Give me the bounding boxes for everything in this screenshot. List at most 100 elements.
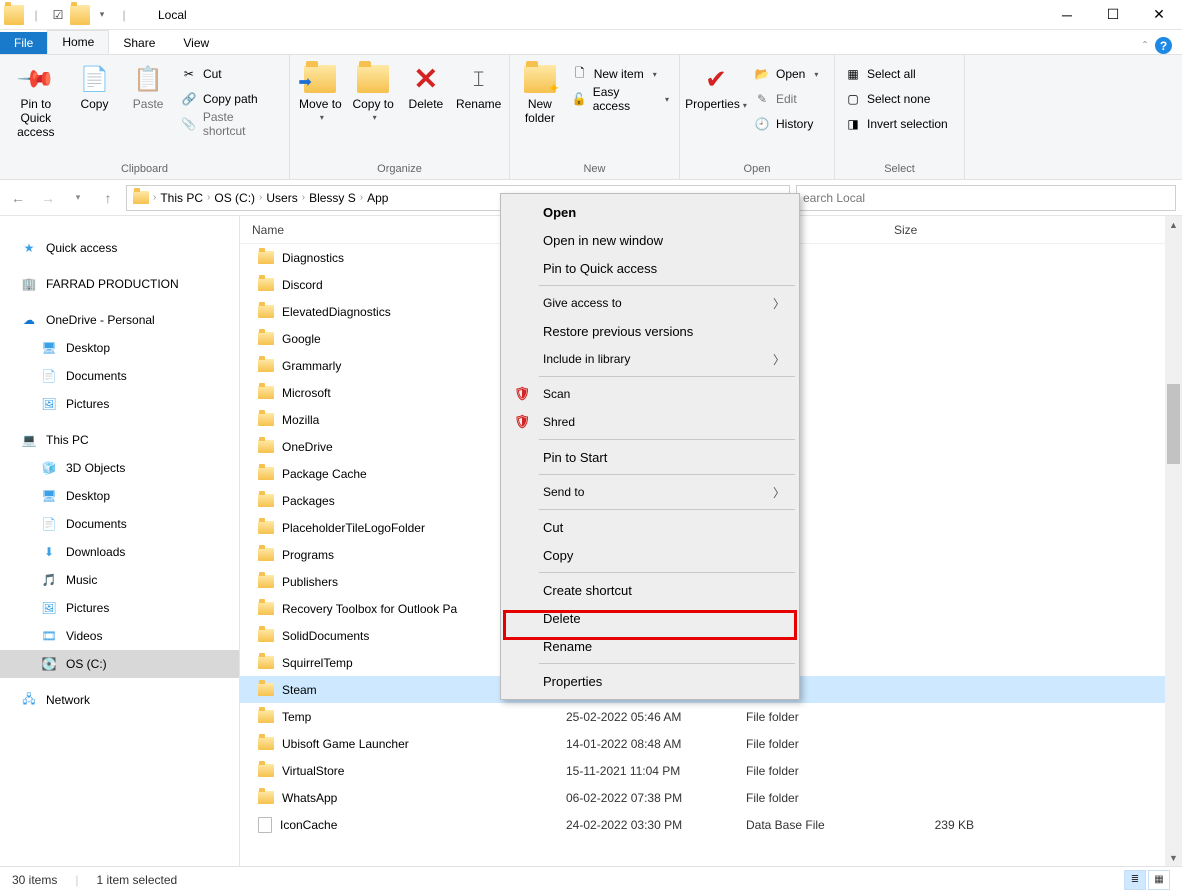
breadcrumb[interactable]: This PC› — [160, 191, 210, 205]
collapse-ribbon-icon[interactable]: ˆ — [1143, 39, 1147, 53]
paste-icon: 📋 — [132, 63, 164, 95]
ctx-rename[interactable]: Rename — [503, 632, 797, 660]
recent-locations-button[interactable]: ▾ — [66, 186, 90, 210]
paste-button[interactable]: 📋 Paste — [123, 59, 173, 111]
move-to-button[interactable]: ➡ Move to — [296, 59, 345, 122]
copy-button[interactable]: 📄 Copy — [70, 59, 120, 111]
scrollbar-thumb[interactable] — [1167, 384, 1180, 464]
ctx-copy[interactable]: Copy — [503, 541, 797, 569]
scroll-down-button[interactable]: ▼ — [1165, 849, 1182, 866]
new-folder-button[interactable]: ✦ New folder — [516, 59, 564, 125]
nav-onedrive[interactable]: ☁OneDrive - Personal — [0, 306, 239, 334]
file-row[interactable]: WhatsApp06-02-2022 07:38 PMFile folder — [240, 784, 1182, 811]
ctx-open[interactable]: Open — [503, 198, 797, 226]
nav-pictures[interactable]: 🖼Pictures — [0, 594, 239, 622]
up-button[interactable]: ↑ — [96, 186, 120, 210]
ctx-scan[interactable]: 🛡Scan — [503, 380, 797, 408]
maximize-button[interactable]: ☐ — [1090, 0, 1136, 30]
nav-3d-objects[interactable]: 🧊3D Objects — [0, 454, 239, 482]
tab-home[interactable]: Home — [47, 30, 109, 54]
ctx-properties[interactable]: Properties — [503, 667, 797, 695]
history-button[interactable]: 🕘History — [750, 113, 822, 135]
ctx-open-new-window[interactable]: Open in new window — [503, 226, 797, 254]
nav-onedrive-documents[interactable]: 📄Documents — [0, 362, 239, 390]
nav-farrad[interactable]: 🏢FARRAD PRODUCTION — [0, 270, 239, 298]
paste-shortcut-button[interactable]: 📎Paste shortcut — [177, 113, 283, 135]
file-row[interactable]: Temp25-02-2022 05:46 AMFile folder — [240, 703, 1182, 730]
view-details-button[interactable]: ≣ — [1124, 870, 1146, 890]
file-type: File folder — [746, 764, 894, 778]
search-input[interactable]: earch Local — [796, 185, 1176, 211]
delete-button[interactable]: ✕ Delete — [402, 59, 451, 111]
status-bar: 30 items | 1 item selected ≣ ▦ — [0, 866, 1182, 892]
tab-view[interactable]: View — [169, 32, 223, 54]
ctx-create-shortcut[interactable]: Create shortcut — [503, 576, 797, 604]
navigation-pane: ★Quick access 🏢FARRAD PRODUCTION ☁OneDri… — [0, 216, 240, 866]
nav-documents[interactable]: 📄Documents — [0, 510, 239, 538]
view-large-icons-button[interactable]: ▦ — [1148, 870, 1170, 890]
new-item-button[interactable]: 🗋New item — [568, 63, 673, 85]
nav-onedrive-pictures[interactable]: 🖼Pictures — [0, 390, 239, 418]
minimize-button[interactable]: ─ — [1044, 0, 1090, 30]
breadcrumb[interactable]: Blessy S› — [309, 191, 363, 205]
vertical-scrollbar[interactable]: ▲ ▼ — [1165, 216, 1182, 866]
back-button[interactable]: ← — [6, 186, 30, 210]
open-button[interactable]: 📂Open — [750, 63, 822, 85]
ctx-restore-previous[interactable]: Restore previous versions — [503, 317, 797, 345]
nav-downloads[interactable]: ⬇Downloads — [0, 538, 239, 566]
nav-videos[interactable]: 🎞Videos — [0, 622, 239, 650]
properties-button[interactable]: ✔ Properties — [686, 59, 746, 111]
nav-onedrive-desktop[interactable]: 🖥Desktop — [0, 334, 239, 362]
invert-selection-button[interactable]: ◨Invert selection — [841, 113, 952, 135]
folder-icon — [258, 791, 274, 804]
file-row[interactable]: VirtualStore15-11-2021 11:04 PMFile fold… — [240, 757, 1182, 784]
nav-desktop[interactable]: 🖥Desktop — [0, 482, 239, 510]
folder-icon — [258, 629, 274, 642]
select-none-button[interactable]: ▢Select none — [841, 88, 952, 110]
copy-to-button[interactable]: Copy to — [349, 59, 398, 122]
chevron-right-icon: 〉 — [773, 295, 785, 312]
nav-network[interactable]: 🖧Network — [0, 686, 239, 714]
cut-button[interactable]: ✂Cut — [177, 63, 283, 85]
ctx-give-access-to[interactable]: Give access to〉 — [503, 289, 797, 317]
ctx-send-to[interactable]: Send to〉 — [503, 478, 797, 506]
ctx-cut[interactable]: Cut — [503, 513, 797, 541]
checkbox-icon[interactable]: ☑ — [48, 5, 68, 25]
column-header-size[interactable]: Size — [894, 223, 994, 237]
rename-button[interactable]: 𝙸 Rename — [454, 59, 503, 111]
ctx-pin-quick-access[interactable]: Pin to Quick access — [503, 254, 797, 282]
file-name: Programs — [282, 548, 334, 562]
qat-dropdown-icon[interactable]: ▾ — [92, 5, 112, 25]
ctx-shred[interactable]: 🛡Shred — [503, 408, 797, 436]
folder-icon — [258, 332, 274, 345]
scroll-up-button[interactable]: ▲ — [1165, 216, 1182, 233]
folder-icon — [258, 602, 274, 615]
breadcrumb[interactable]: App — [367, 191, 388, 205]
breadcrumb[interactable]: Users› — [266, 191, 305, 205]
ctx-delete[interactable]: Delete — [503, 604, 797, 632]
edit-button[interactable]: ✎Edit — [750, 88, 822, 110]
tab-share[interactable]: Share — [109, 32, 169, 54]
nav-music[interactable]: 🎵Music — [0, 566, 239, 594]
path-icon: 🔗 — [181, 91, 197, 107]
ctx-pin-to-start[interactable]: Pin to Start — [503, 443, 797, 471]
help-icon[interactable]: ? — [1155, 37, 1172, 54]
nav-quick-access[interactable]: ★Quick access — [0, 234, 239, 262]
file-row[interactable]: IconCache24-02-2022 03:30 PMData Base Fi… — [240, 811, 1182, 838]
rename-icon: 𝙸 — [463, 63, 495, 95]
breadcrumb[interactable]: OS (C:)› — [214, 191, 262, 205]
copy-to-icon — [357, 63, 389, 95]
select-all-button[interactable]: ▦Select all — [841, 63, 952, 85]
copy-path-button[interactable]: 🔗Copy path — [177, 88, 283, 110]
tab-file[interactable]: File — [0, 32, 47, 54]
pin-to-quick-access-button[interactable]: 📌 Pin to Quick access — [6, 59, 66, 139]
ribbon-group-select: ▦Select all ▢Select none ◨Invert selecti… — [835, 55, 965, 179]
easy-access-button[interactable]: 🔓Easy access — [568, 88, 673, 110]
forward-button[interactable]: → — [36, 186, 60, 210]
close-button[interactable]: ✕ — [1136, 0, 1182, 30]
nav-os-drive[interactable]: 💽OS (C:) — [0, 650, 239, 678]
folder-icon — [133, 191, 149, 204]
nav-this-pc[interactable]: 💻This PC — [0, 426, 239, 454]
file-row[interactable]: Ubisoft Game Launcher14-01-2022 08:48 AM… — [240, 730, 1182, 757]
ctx-include-in-library[interactable]: Include in library〉 — [503, 345, 797, 373]
